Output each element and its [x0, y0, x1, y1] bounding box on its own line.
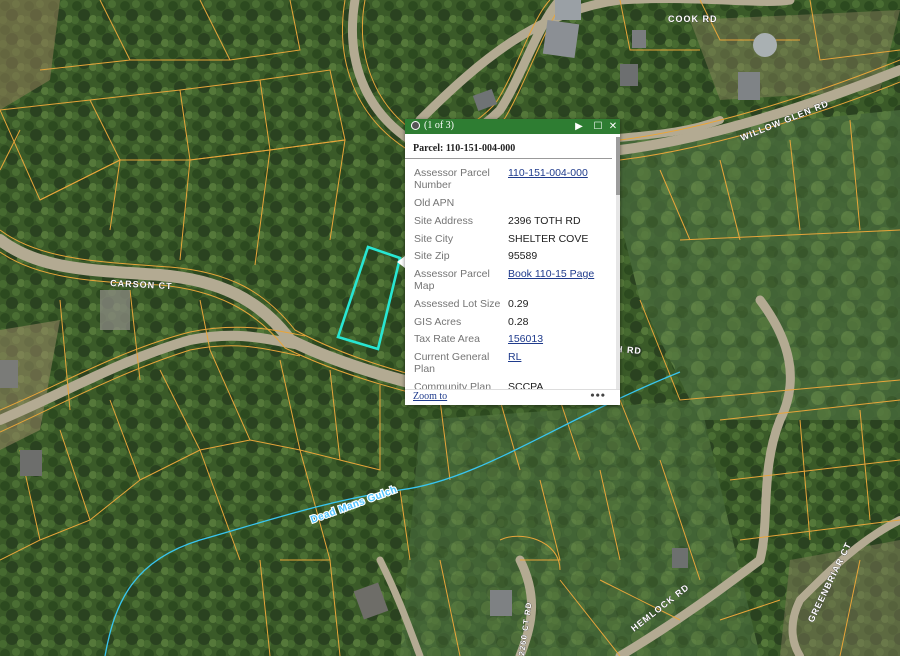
feature-counter: (1 of 3)	[424, 120, 454, 131]
field-label: Site Zip	[414, 250, 450, 262]
popup-pointer	[397, 256, 405, 268]
field-value: 2396 TOTH RD	[508, 215, 581, 227]
more-options-icon[interactable]: •••	[590, 388, 606, 403]
popup-titlebar: (1 of 3) ▶ ☐ ✕	[405, 119, 620, 134]
maximize-button[interactable]: ☐	[591, 119, 605, 134]
field-label: Site Address	[414, 215, 473, 227]
field-value: 0.28	[508, 316, 529, 328]
popup-attribute-table: Assessor Parcel Number 110-151-004-000 O…	[405, 161, 620, 389]
field-value: SHELTER COVE	[508, 233, 589, 245]
field-value: 0.29	[508, 298, 529, 310]
close-button[interactable]: ✕	[606, 119, 620, 134]
forest-area-light	[400, 400, 760, 656]
road-label-cook-rd: COOK RD	[668, 14, 718, 24]
field-label: Assessor Parcel Map	[414, 268, 490, 292]
field-label: Community Plan	[414, 381, 492, 389]
field-label: Old APN	[414, 197, 455, 209]
field-label: Site City	[414, 233, 454, 245]
next-feature-button[interactable]: ▶	[572, 119, 586, 134]
field-label: GIS Acres	[414, 316, 462, 328]
field-value-link[interactable]: 110-151-004-000	[508, 167, 608, 179]
loading-icon	[411, 121, 420, 130]
popup-footer: Zoom to •••	[405, 388, 620, 406]
field-value-link[interactable]: RL	[508, 351, 608, 363]
field-label: Assessed Lot Size	[414, 298, 501, 310]
field-value-link[interactable]: 156013	[508, 333, 608, 345]
parcel-popup: (1 of 3) ▶ ☐ ✕ Parcel: 110-151-004-000 A…	[405, 119, 620, 405]
field-value-link[interactable]: Book 110-15 Page	[508, 268, 608, 280]
field-value: 95589	[508, 250, 538, 262]
field-label: Assessor Parcel Number	[414, 167, 490, 191]
field-label: Current General Plan	[414, 351, 490, 375]
zoom-to-link[interactable]: Zoom to	[413, 391, 447, 402]
field-label: Tax Rate Area	[414, 333, 480, 345]
popup-title: Parcel: 110-151-004-000	[405, 134, 612, 159]
